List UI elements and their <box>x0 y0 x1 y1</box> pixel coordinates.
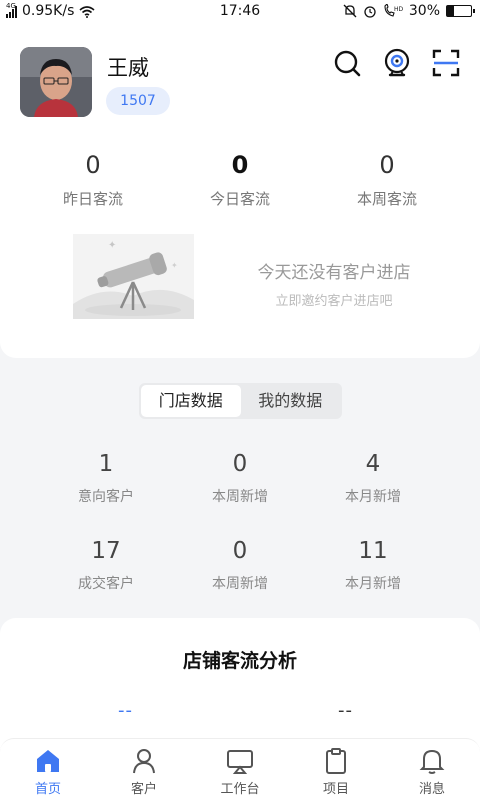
stat-label: 本月新增 <box>345 576 401 592</box>
bottom-tab-bar: 首页 客户 工作台 项目 消息 <box>0 738 480 800</box>
tab-label: 客户 <box>130 782 157 797</box>
screen-icon <box>227 750 253 774</box>
battery-percent: 30% <box>408 3 440 19</box>
traffic-label: 本周客流 <box>356 190 417 208</box>
traffic-today: 0 今日客流 <box>160 150 320 209</box>
svg-text:HD: HD <box>394 6 403 13</box>
overview-card: 王威 1507 0 昨日客流 0 今日客流 0 本周客流 ✦ ✦ 今天还没有客户… <box>0 24 480 358</box>
status-bar: 4G 0.95K/s 17:46 HD 30% <box>0 0 480 24</box>
section-title: 店铺客流分析 <box>182 650 297 672</box>
tab-label: 消息 <box>418 782 445 797</box>
search-icon[interactable] <box>332 48 362 78</box>
user-badge[interactable]: 1507 <box>106 87 170 115</box>
tab-label: 项目 <box>322 782 349 797</box>
avatar[interactable] <box>20 47 92 117</box>
traffic-yesterday: 0 昨日客流 <box>13 150 173 209</box>
svg-text:✦: ✦ <box>108 240 116 251</box>
traffic-week: 0 本周客流 <box>307 150 467 209</box>
stat-value: 11 <box>358 538 388 564</box>
traffic-analysis-card: 店铺客流分析 -- -- <box>0 618 480 758</box>
tab-label: 工作台 <box>220 782 260 797</box>
empty-subtitle[interactable]: 立即邀约客户进店吧 <box>220 290 448 309</box>
clipboard-icon <box>326 748 346 774</box>
hd-call-icon: HD <box>384 4 403 17</box>
svg-text:✦: ✦ <box>171 261 178 270</box>
tab-label: 首页 <box>34 782 61 797</box>
tab-workbench[interactable]: 工作台 <box>192 739 288 800</box>
home-icon <box>37 750 59 772</box>
traffic-value: 0 <box>231 151 249 179</box>
stat-month-new-deals[interactable]: 11 本月新增 <box>293 537 453 593</box>
stat-label: 本月新增 <box>345 489 401 505</box>
stat-value: 4 <box>365 451 381 477</box>
data-scope-switch: 门店数据 我的数据 <box>139 383 342 419</box>
battery-icon <box>446 5 475 17</box>
traffic-value: 0 <box>85 151 101 179</box>
traffic-label: 昨日客流 <box>62 190 123 208</box>
user-name: 王威 <box>107 56 149 80</box>
traffic-value: 0 <box>379 151 395 179</box>
avatar-image <box>20 47 92 117</box>
status-right: HD 30% <box>343 3 475 19</box>
alarm-icon <box>364 6 376 18</box>
tab-customers[interactable]: 客户 <box>96 739 192 800</box>
tab-my-data[interactable]: 我的数据 <box>241 385 341 417</box>
webcam-icon[interactable] <box>382 48 412 78</box>
stat-month-new[interactable]: 4 本月新增 <box>293 450 453 506</box>
tab-projects[interactable]: 项目 <box>288 739 384 800</box>
analysis-right-value: -- <box>338 700 353 721</box>
empty-title: 今天还没有客户进店 <box>257 263 411 283</box>
traffic-label: 今日客流 <box>209 190 270 208</box>
analysis-left-value: -- <box>118 700 133 721</box>
bell-icon <box>419 749 445 774</box>
telescope-illustration: ✦ ✦ <box>73 234 194 319</box>
scan-icon[interactable] <box>431 48 461 78</box>
tab-home[interactable]: 首页 <box>0 739 96 800</box>
tab-messages[interactable]: 消息 <box>384 739 480 800</box>
tab-store-data[interactable]: 门店数据 <box>141 385 241 417</box>
person-icon <box>133 749 155 774</box>
mute-bell-icon <box>343 4 357 18</box>
